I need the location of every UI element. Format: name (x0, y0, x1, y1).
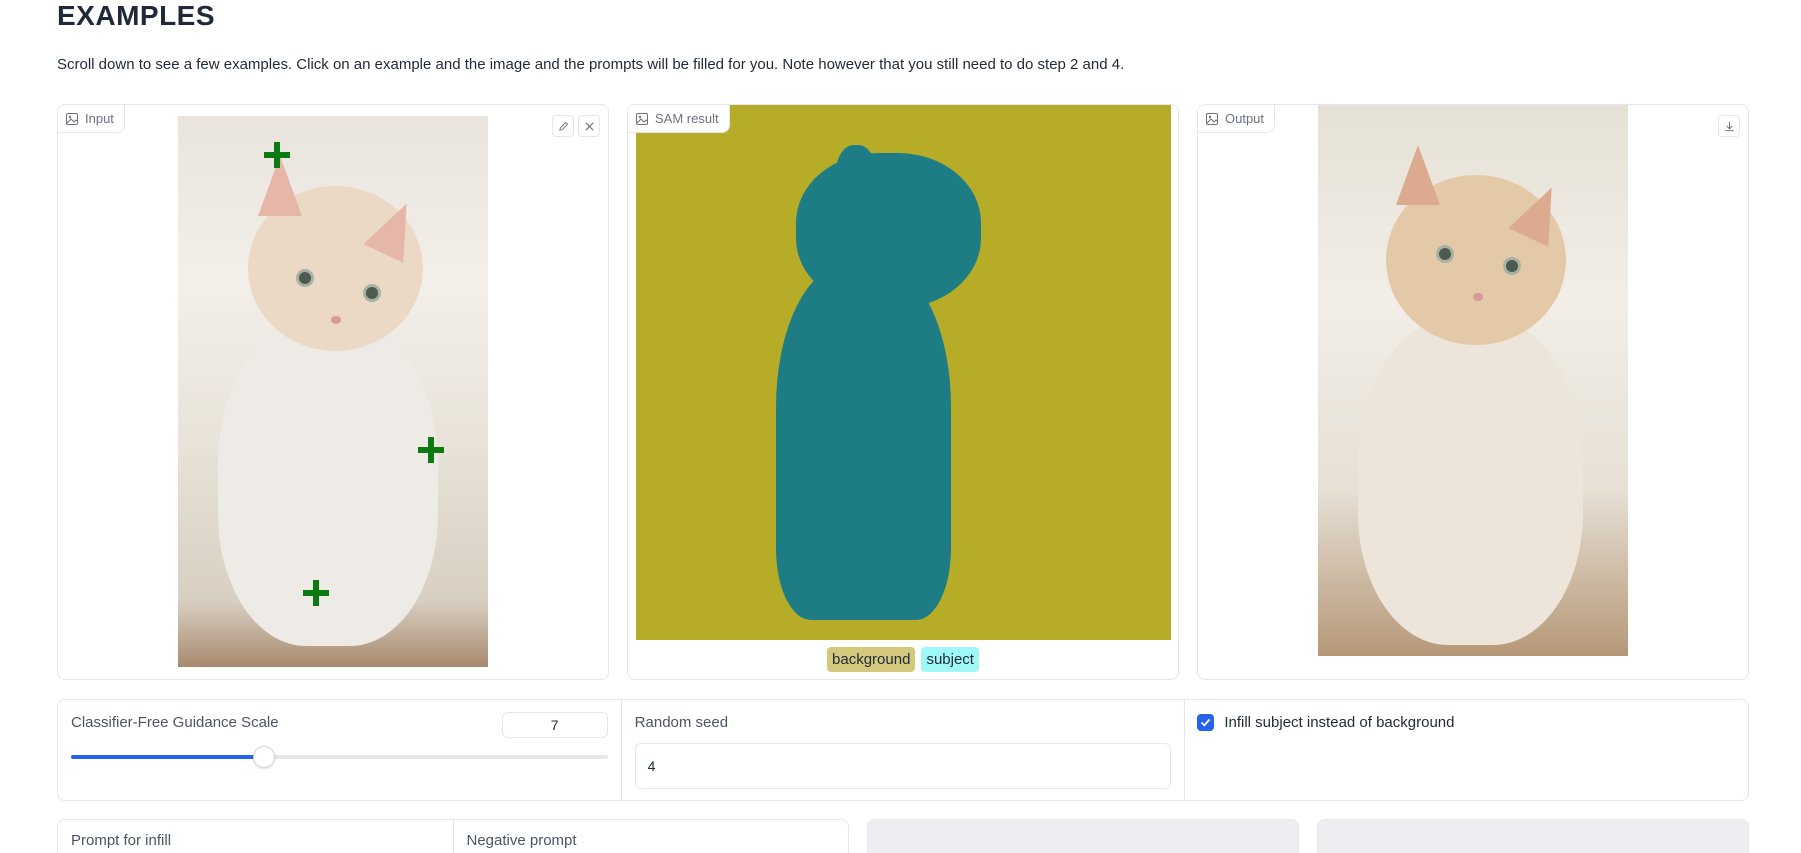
input-image-panel[interactable]: Input (57, 104, 609, 680)
sam-label: SAM result (655, 111, 719, 126)
segmentation-image (636, 105, 1171, 640)
edit-button[interactable] (552, 115, 574, 137)
negative-prompt-label: Negative prompt (466, 832, 577, 849)
infill-toggle-control: Infill subject instead of background (1185, 700, 1748, 800)
sam-result-panel: SAM result background subject (627, 104, 1179, 680)
infill-checkbox-label: Infill subject instead of background (1224, 714, 1455, 731)
slider-thumb[interactable] (253, 746, 276, 768)
action-button-2[interactable] (1317, 819, 1749, 853)
guidance-scale-number[interactable]: 7 (501, 712, 608, 738)
infill-prompt-field[interactable]: Prompt for infill (58, 820, 454, 853)
image-icon (66, 112, 78, 125)
infill-checkbox[interactable] (1197, 714, 1215, 731)
close-icon (584, 121, 594, 131)
input-label: Input (85, 111, 114, 126)
point-marker[interactable] (303, 580, 329, 606)
input-label-tag: Input (58, 105, 125, 133)
check-icon (1201, 718, 1211, 727)
point-marker[interactable] (264, 142, 290, 168)
action-button-1[interactable] (867, 819, 1299, 853)
infill-checkbox-row[interactable]: Infill subject instead of background (1197, 714, 1455, 731)
output-label-tag: Output (1198, 105, 1276, 133)
image-icon (1206, 112, 1218, 125)
prompt-section: Prompt for infill Negative prompt (57, 819, 849, 853)
legend-background: background (827, 647, 916, 672)
guidance-scale-label: Classifier-Free Guidance Scale (71, 714, 279, 731)
infill-prompt-label: Prompt for infill (71, 832, 172, 849)
random-seed-control: Random seed 4 (622, 700, 1186, 800)
random-seed-input[interactable]: 4 (634, 743, 1172, 789)
input-cat-image[interactable] (178, 116, 488, 667)
output-image-panel: Output (1197, 104, 1749, 680)
output-cat-image (1318, 105, 1628, 656)
legend-subject: subject (921, 647, 979, 672)
page-title: EXAMPLES (57, 0, 216, 31)
segmentation-legend: background subject (628, 647, 1178, 672)
random-seed-label: Random seed (634, 714, 729, 731)
point-marker[interactable] (418, 437, 444, 463)
examples-description: Scroll down to see a few examples. Click… (57, 56, 1125, 73)
slider-fill (71, 755, 265, 759)
generation-controls: Classifier-Free Guidance Scale 7 Random … (57, 699, 1749, 801)
clear-button[interactable] (578, 115, 600, 137)
guidance-scale-slider[interactable] (71, 746, 608, 768)
guidance-scale-control: Classifier-Free Guidance Scale 7 (58, 700, 622, 800)
output-label: Output (1225, 111, 1265, 126)
sam-label-tag: SAM result (628, 105, 730, 133)
pencil-icon (558, 121, 568, 131)
download-button[interactable] (1718, 115, 1740, 137)
download-icon (1724, 121, 1734, 131)
negative-prompt-field[interactable]: Negative prompt (454, 820, 849, 853)
image-icon (636, 112, 648, 125)
